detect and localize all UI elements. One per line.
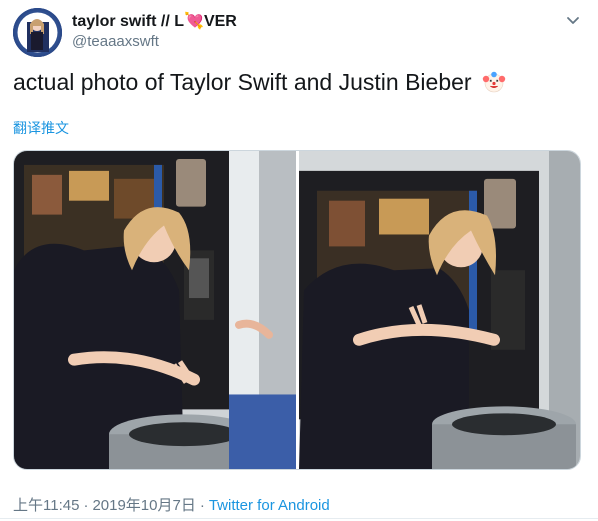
photo-left[interactable]: [14, 151, 296, 469]
photo-left-image: [14, 151, 296, 469]
photo-right-image: [299, 151, 580, 469]
tweet-date[interactable]: 2019年10月7日: [92, 497, 195, 514]
translate-tweet-link[interactable]: 翻译推文: [13, 118, 69, 138]
tweet-text: actual photo of Taylor Swift and Justin …: [13, 66, 583, 98]
heart-emoji-icon: 💘: [184, 13, 204, 30]
tweet-text-content: actual photo of Taylor Swift and Justin …: [13, 69, 472, 95]
divider: [0, 518, 598, 519]
chevron-down-icon[interactable]: [565, 12, 581, 28]
meta-separator: ·: [83, 497, 89, 514]
display-name-suffix: VER: [203, 13, 237, 30]
meta-separator-2: ·: [199, 497, 205, 514]
clown-face-icon: [482, 70, 506, 94]
avatar[interactable]: [13, 8, 62, 57]
tweet-metadata: 上午11:45 · 2019年10月7日 · Twitter for Android: [13, 494, 330, 515]
media-container[interactable]: [13, 150, 581, 470]
display-name-prefix: taylor swift // L: [72, 13, 185, 30]
display-name[interactable]: taylor swift // L💘VER: [72, 11, 237, 31]
tweet-card[interactable]: taylor swift // L💘VER @teaaaxswft actual…: [0, 0, 598, 521]
tweet-time[interactable]: 上午11:45: [13, 497, 79, 514]
photo-right[interactable]: [299, 151, 580, 469]
user-handle[interactable]: @teaaaxswft: [72, 33, 159, 50]
tweet-source-link[interactable]: Twitter for Android: [209, 497, 330, 514]
